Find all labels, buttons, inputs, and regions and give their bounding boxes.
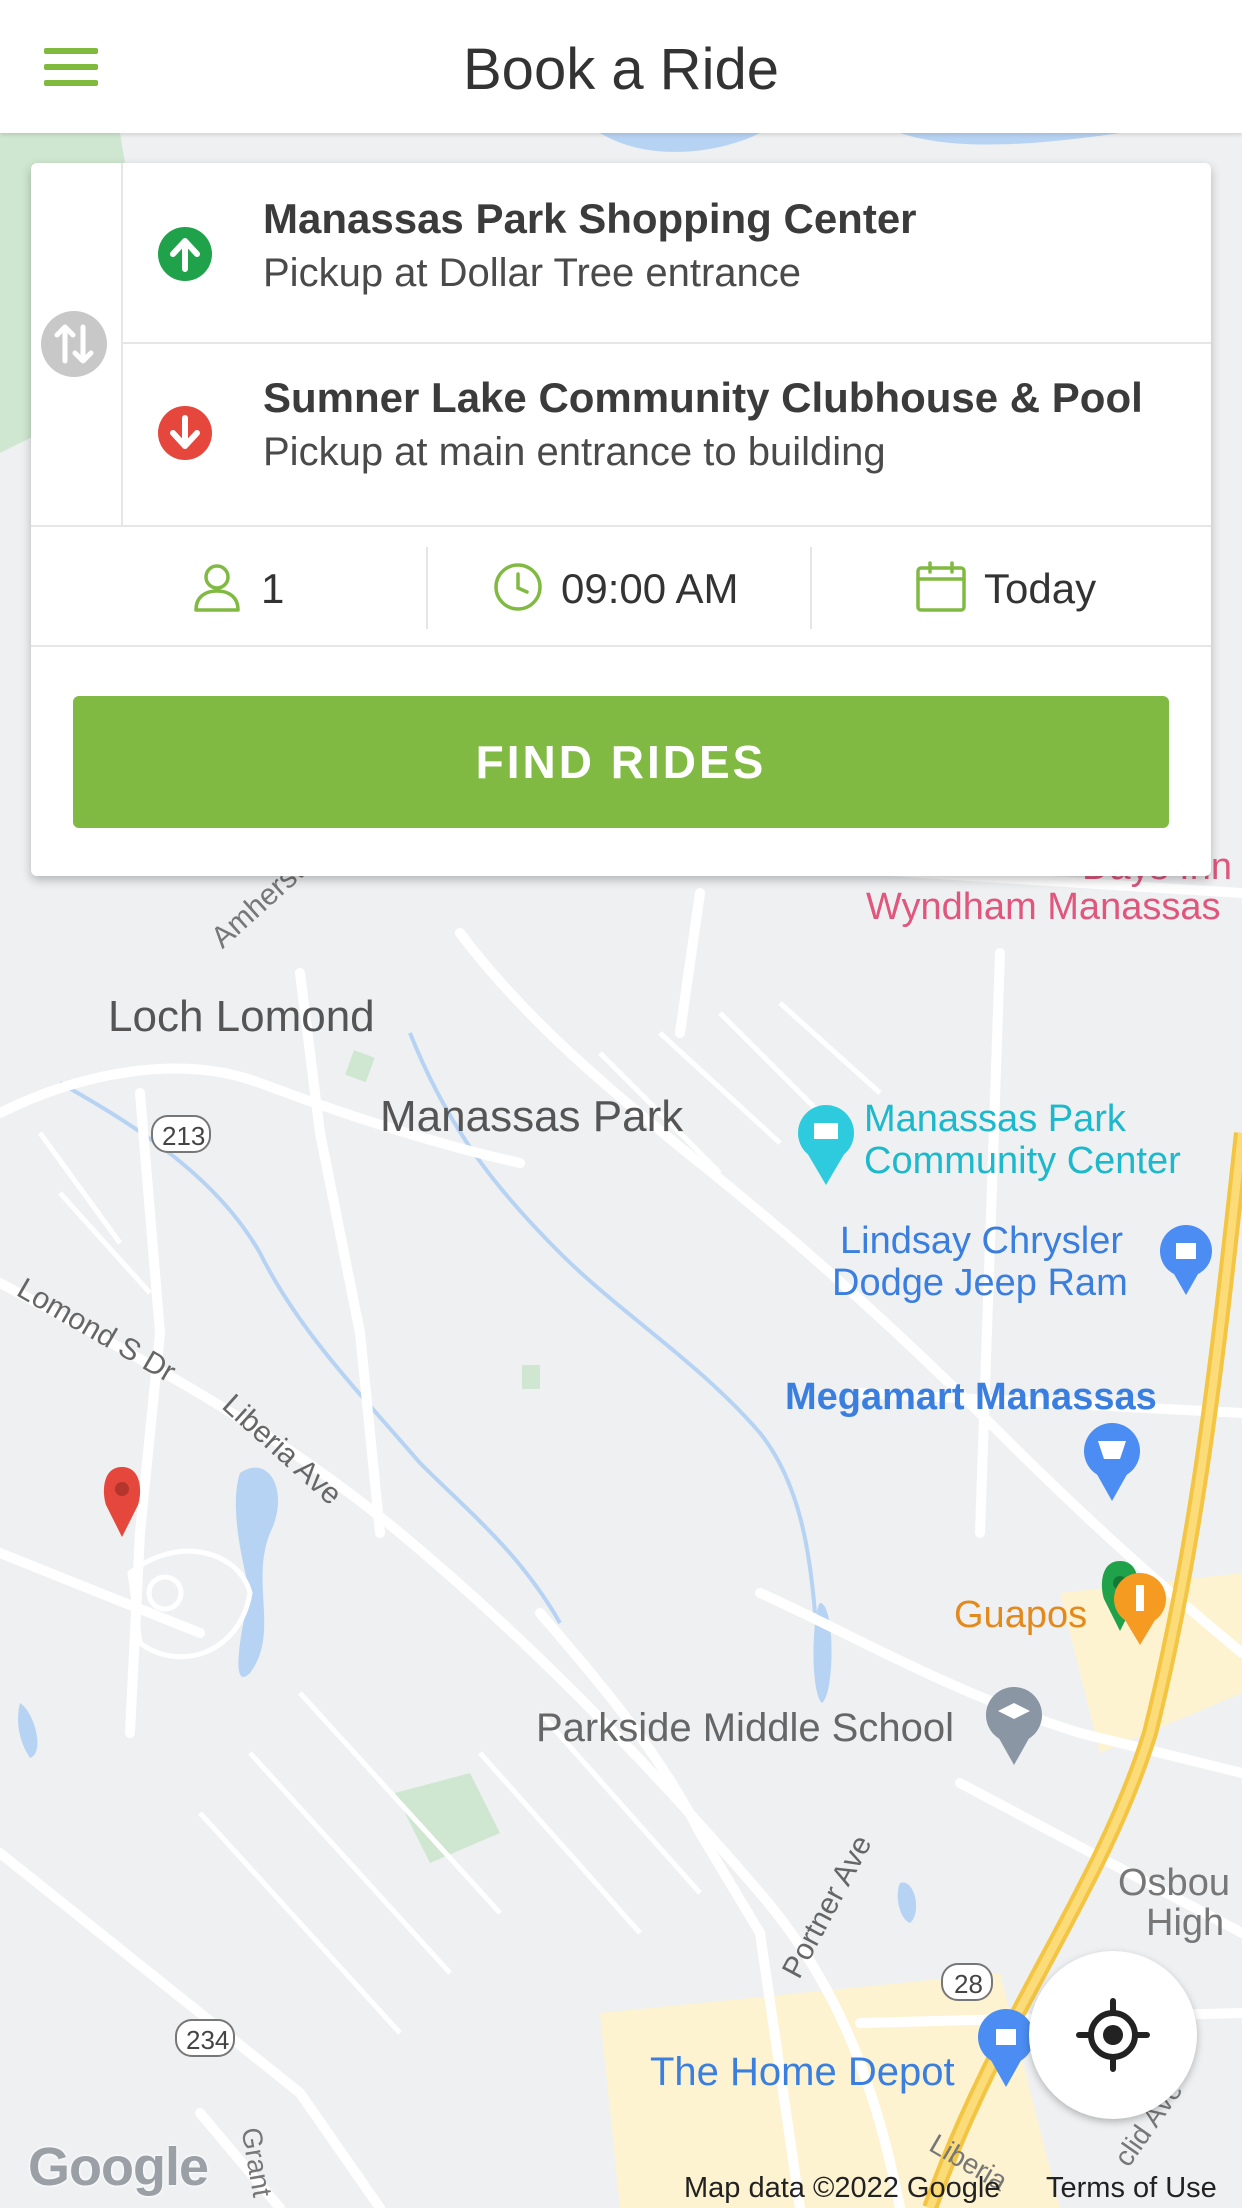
booking-card: Manassas Park Shopping Center Pickup at … xyxy=(31,163,1211,876)
swap-locations-icon[interactable] xyxy=(41,311,107,377)
map-label-lindsay-1: Lindsay Chrysler xyxy=(840,1220,1123,1262)
map-label-osbou-2: High xyxy=(1146,1902,1225,1944)
map-label-loch-lomond: Loch Lomond xyxy=(108,992,375,1041)
pickup-location[interactable]: Manassas Park Shopping Center Pickup at … xyxy=(123,163,1211,344)
pickup-detail: Pickup at Dollar Tree entrance xyxy=(263,251,802,295)
my-location-button[interactable] xyxy=(1029,1951,1197,2119)
passengers-selector[interactable]: 1 xyxy=(31,527,426,647)
calendar-icon xyxy=(916,561,966,612)
map-label-megamart: Megamart Manassas xyxy=(785,1376,1157,1418)
clock-icon xyxy=(494,563,542,611)
page-title: Book a Ride xyxy=(463,37,779,102)
map-label-osbou-1: Osbou xyxy=(1118,1862,1230,1904)
date-value: Today xyxy=(984,565,1097,612)
terms-of-use-link[interactable]: Terms of Use xyxy=(1046,2172,1217,2205)
map-label-manassas-park: Manassas Park xyxy=(380,1092,684,1141)
passengers-value: 1 xyxy=(261,565,285,612)
dropoff-location[interactable]: Sumner Lake Community Clubhouse & Pool P… xyxy=(123,344,1211,525)
map-label-guapos: Guapos xyxy=(954,1594,1088,1636)
app-header: Book a Ride xyxy=(0,0,1242,133)
map-label-lindsay-2: Dodge Jeep Ram xyxy=(832,1262,1128,1304)
google-logo: Google xyxy=(28,2137,209,2197)
date-selector[interactable]: Today xyxy=(812,527,1211,647)
map-label-days-inn-2: Wyndham Manassas xyxy=(866,886,1221,928)
swap-column xyxy=(31,163,123,525)
find-rides-button[interactable]: FIND RIDES xyxy=(73,696,1169,828)
dropoff-arrow-down-icon xyxy=(158,406,212,460)
crosshair-icon xyxy=(1076,1998,1150,2072)
pickup-arrow-up-icon xyxy=(158,227,212,281)
ride-options-bar: 1 09:00 AM Today xyxy=(31,525,1211,647)
map-label-home-depot: The Home Depot xyxy=(650,2050,955,2094)
map-label-community-center-2: Community Center xyxy=(864,1140,1181,1182)
time-selector[interactable]: 09:00 AM xyxy=(428,527,810,647)
pickup-name: Manassas Park Shopping Center xyxy=(263,195,917,242)
map-label-route-234: 234 xyxy=(186,2025,230,2055)
dropoff-name: Sumner Lake Community Clubhouse & Pool xyxy=(263,374,1143,421)
map-label-route-28: 28 xyxy=(954,1969,983,1999)
map-label-parkside: Parkside Middle School xyxy=(536,1706,954,1750)
dropoff-detail: Pickup at main entrance to building xyxy=(263,430,886,474)
map-label-community-center-1: Manassas Park xyxy=(864,1098,1126,1140)
time-value: 09:00 AM xyxy=(561,565,739,612)
person-icon xyxy=(194,564,240,612)
map-label-route-213: 213 xyxy=(162,1121,206,1151)
map-data-attribution[interactable]: Map data ©2022 Google xyxy=(684,2172,1000,2205)
